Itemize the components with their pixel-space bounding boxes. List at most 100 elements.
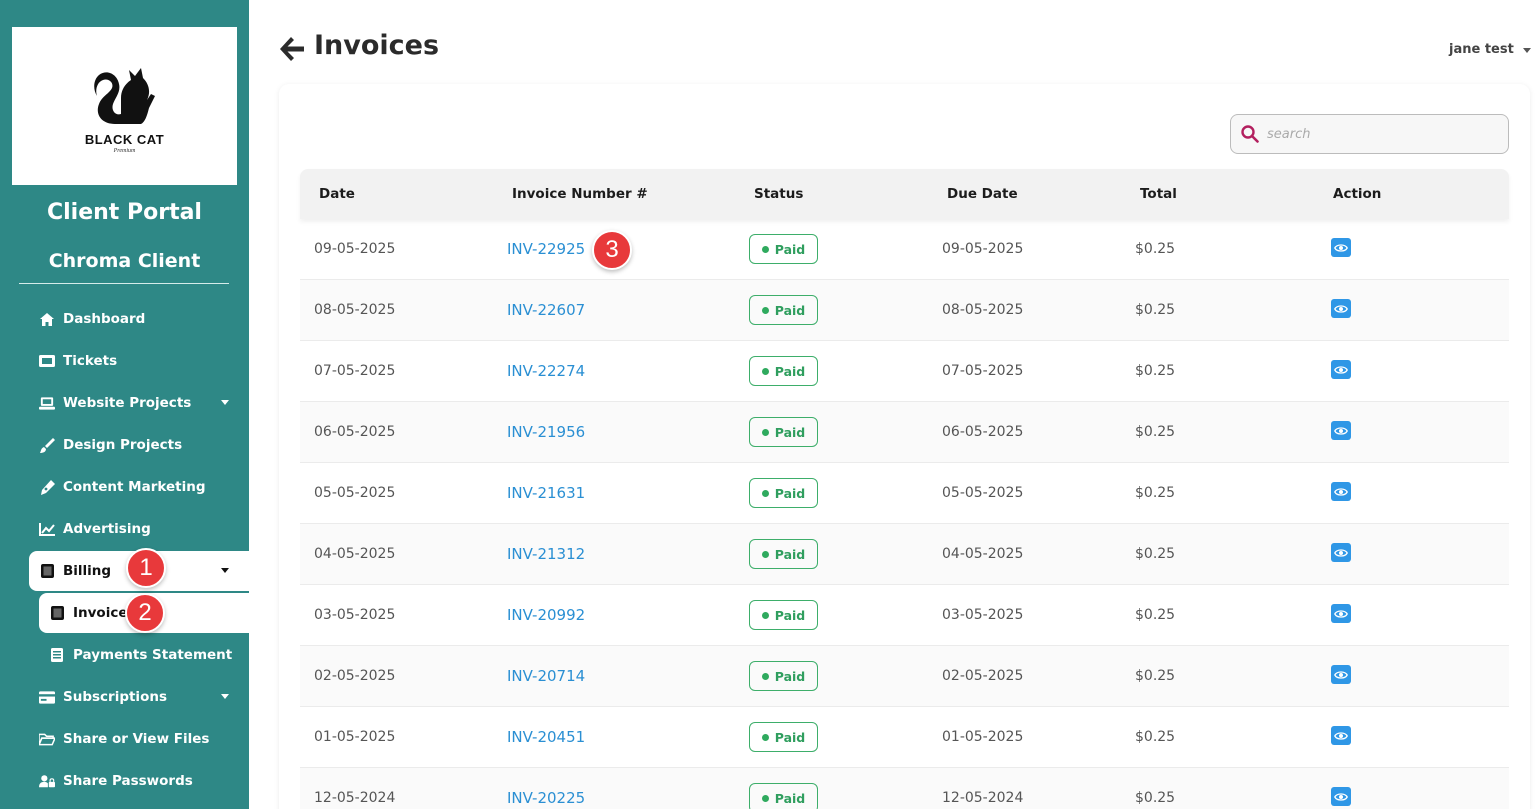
invoice-number-link[interactable]: INV-20451 bbox=[507, 728, 585, 746]
invoice-total: $0.25 bbox=[1135, 546, 1176, 562]
sidebar-item-dashboard[interactable]: Dashboard bbox=[29, 299, 249, 339]
view-invoice-button[interactable] bbox=[1331, 299, 1351, 318]
status-badge: Paid bbox=[749, 295, 818, 325]
status-badge: Paid bbox=[749, 234, 818, 264]
home-icon bbox=[39, 311, 55, 327]
column-header-invoice-number: Invoice Number # bbox=[512, 186, 648, 202]
view-invoice-button[interactable] bbox=[1331, 360, 1351, 379]
invoice-number-link[interactable]: INV-20225 bbox=[507, 789, 585, 807]
client-name: Chroma Client bbox=[48, 250, 201, 272]
status-badge: Paid bbox=[749, 783, 818, 809]
black-cat-logo-icon bbox=[93, 68, 155, 124]
status-label: Paid bbox=[774, 363, 806, 379]
sidebar-item-subscriptions[interactable]: Subscriptions bbox=[29, 677, 249, 717]
sidebar-item-advertising[interactable]: Advertising bbox=[29, 509, 249, 549]
brush-icon bbox=[39, 437, 55, 453]
view-invoice-button[interactable] bbox=[1331, 543, 1351, 562]
search-box[interactable] bbox=[1230, 114, 1509, 154]
table-row: 01-05-2025 INV-20451 Paid 01-05-2025 $0.25 bbox=[300, 707, 1509, 768]
view-invoice-button[interactable] bbox=[1331, 787, 1351, 806]
billing-icon bbox=[39, 563, 55, 579]
status-label: Paid bbox=[774, 790, 806, 806]
invoice-number-link[interactable]: INV-21956 bbox=[507, 423, 585, 441]
brand-logo[interactable]: BLACK CAT Premium bbox=[12, 27, 237, 185]
sidebar-item-label: Design Projects bbox=[63, 437, 183, 453]
card-icon bbox=[39, 689, 55, 705]
eye-icon bbox=[1334, 304, 1348, 313]
user-menu[interactable]: jane test bbox=[1449, 42, 1531, 57]
invoice-number-link[interactable]: INV-22274 bbox=[507, 362, 585, 380]
invoice-total: $0.25 bbox=[1135, 485, 1176, 501]
invoice-due-date: 04-05-2025 bbox=[942, 546, 1024, 562]
sidebar: BLACK CAT Premium Client Portal Chroma C… bbox=[0, 0, 249, 809]
sidebar-item-design-projects[interactable]: Design Projects bbox=[29, 425, 249, 465]
status-dot-icon bbox=[761, 489, 769, 497]
page-title: Invoices bbox=[314, 30, 440, 61]
invoice-date: 01-05-2025 bbox=[314, 729, 396, 745]
status-dot-icon bbox=[761, 428, 769, 436]
user-name: jane test bbox=[1449, 42, 1514, 57]
invoice-number-link[interactable]: INV-21312 bbox=[507, 545, 585, 563]
portal-title: Client Portal bbox=[47, 200, 202, 225]
invoice-total: $0.25 bbox=[1135, 729, 1176, 745]
sidebar-item-label: Share Passwords bbox=[63, 773, 193, 789]
invoice-number-link[interactable]: INV-20714 bbox=[507, 667, 585, 685]
table-row: 02-05-2025 INV-20714 Paid 02-05-2025 $0.25 bbox=[300, 646, 1509, 707]
sidebar-item-share-passwords[interactable]: Share Passwords bbox=[29, 761, 249, 801]
invoice-number-link[interactable]: INV-21631 bbox=[507, 484, 585, 502]
sidebar-item-label: Website Projects bbox=[63, 395, 192, 411]
table-row: 09-05-2025 INV-22925 Paid 09-05-2025 $0.25 bbox=[300, 219, 1509, 280]
eye-icon bbox=[1334, 609, 1348, 618]
table-row: 06-05-2025 INV-21956 Paid 06-05-2025 $0.25 bbox=[300, 402, 1509, 463]
sidebar-item-payments-statement[interactable]: Payments Statement bbox=[39, 635, 249, 675]
pen-icon bbox=[39, 479, 55, 495]
column-header-due-date: Due Date bbox=[947, 186, 1018, 202]
invoice-due-date: 08-05-2025 bbox=[942, 302, 1024, 318]
search-input[interactable] bbox=[1267, 126, 1487, 142]
invoice-date: 12-05-2024 bbox=[314, 790, 396, 806]
sidebar-item-label: Billing bbox=[63, 563, 112, 579]
sidebar-item-label: Advertising bbox=[63, 521, 151, 537]
view-invoice-button[interactable] bbox=[1331, 482, 1351, 501]
invoice-total: $0.25 bbox=[1135, 363, 1176, 379]
status-label: Paid bbox=[774, 668, 806, 684]
folder-icon bbox=[39, 731, 55, 747]
sidebar-item-tickets[interactable]: Tickets bbox=[29, 341, 249, 381]
invoice-total: $0.25 bbox=[1135, 241, 1176, 257]
sidebar-item-website-projects[interactable]: Website Projects bbox=[29, 383, 249, 423]
invoice-number-link[interactable]: INV-22925 bbox=[507, 240, 585, 258]
chevron-down-icon bbox=[221, 400, 229, 405]
eye-icon bbox=[1334, 243, 1348, 252]
search-icon bbox=[1241, 125, 1259, 143]
view-invoice-button[interactable] bbox=[1331, 726, 1351, 745]
view-invoice-button[interactable] bbox=[1331, 421, 1351, 440]
view-invoice-button[interactable] bbox=[1331, 665, 1351, 684]
invoice-date: 06-05-2025 bbox=[314, 424, 396, 440]
invoice-total: $0.25 bbox=[1135, 302, 1176, 318]
annotation-marker-2: 2 bbox=[125, 593, 165, 633]
annotation-marker-3: 3 bbox=[592, 230, 632, 270]
status-badge: Paid bbox=[749, 356, 818, 386]
sidebar-item-share-files[interactable]: Share or View Files bbox=[29, 719, 249, 759]
invoice-due-date: 02-05-2025 bbox=[942, 668, 1024, 684]
sidebar-item-label: Content Marketing bbox=[63, 479, 206, 495]
view-invoice-button[interactable] bbox=[1331, 238, 1351, 257]
invoice-due-date: 09-05-2025 bbox=[942, 241, 1024, 257]
table-header: Date Invoice Number # Status Due Date To… bbox=[300, 169, 1509, 219]
table-row: 03-05-2025 INV-20992 Paid 03-05-2025 $0.25 bbox=[300, 585, 1509, 646]
status-dot-icon bbox=[761, 672, 769, 680]
status-dot-icon bbox=[761, 611, 769, 619]
invoice-number-link[interactable]: INV-22607 bbox=[507, 301, 585, 319]
ticket-icon bbox=[39, 353, 55, 369]
eye-icon bbox=[1334, 731, 1348, 740]
column-header-action: Action bbox=[1333, 186, 1382, 202]
eye-icon bbox=[1334, 426, 1348, 435]
view-invoice-button[interactable] bbox=[1331, 604, 1351, 623]
invoice-date: 05-05-2025 bbox=[314, 485, 396, 501]
invoice-date: 09-05-2025 bbox=[314, 241, 396, 257]
column-header-total: Total bbox=[1140, 186, 1177, 202]
back-arrow-icon[interactable] bbox=[278, 35, 306, 63]
sidebar-item-content-marketing[interactable]: Content Marketing bbox=[29, 467, 249, 507]
sidebar-item-label: Share or View Files bbox=[63, 731, 210, 747]
invoice-number-link[interactable]: INV-20992 bbox=[507, 606, 585, 624]
